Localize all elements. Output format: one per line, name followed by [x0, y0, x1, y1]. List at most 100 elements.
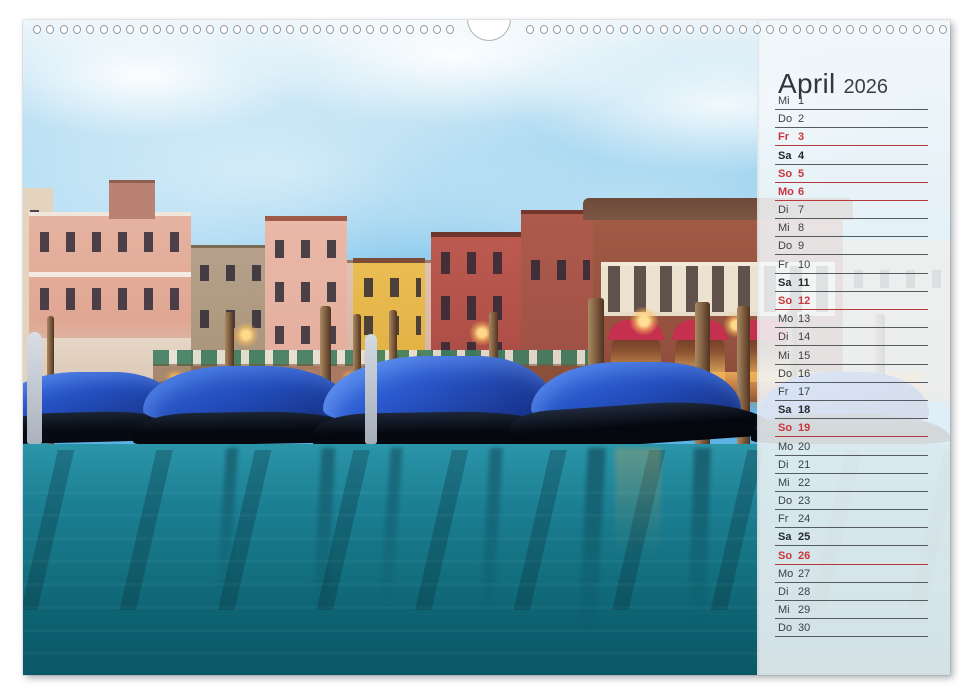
building-salmon-windows-1: [268, 240, 344, 258]
street-lamp: [629, 306, 659, 336]
street-lamp: [233, 322, 259, 348]
binding-hole: [180, 25, 188, 34]
day-abbr: Mi: [778, 350, 798, 362]
gondola-ferro: [365, 334, 377, 444]
building-red-windows-2: [434, 296, 518, 320]
day-abbr: Di: [778, 586, 798, 598]
binding-hole: [593, 25, 601, 34]
day-number: 17: [798, 386, 810, 398]
binding-hole: [886, 25, 894, 34]
day-row: Mo27: [775, 565, 928, 583]
binding-hole: [939, 25, 947, 34]
day-abbr: Do: [778, 240, 798, 252]
binding-hole: [340, 25, 348, 34]
binding-hole: [313, 25, 321, 34]
day-row: Mi1: [775, 92, 928, 110]
palazzo-cornice: [29, 272, 191, 277]
day-row: So26: [775, 546, 928, 564]
day-abbr: Do: [778, 622, 798, 634]
day-number: 20: [798, 441, 810, 453]
day-row: Sa4: [775, 146, 928, 164]
day-abbr: Mi: [778, 604, 798, 616]
day-number: 28: [798, 586, 810, 598]
day-number: 4: [798, 150, 804, 162]
palazzo-tower: [109, 180, 155, 219]
day-abbr: Fr: [778, 513, 798, 525]
binding-hole: [633, 25, 641, 34]
day-number: 11: [798, 277, 810, 289]
binding-hole: [406, 25, 414, 34]
binding-hole: [206, 25, 214, 34]
day-row: So5: [775, 165, 928, 183]
binding-hole: [620, 25, 628, 34]
day-row: So19: [775, 419, 928, 437]
day-row: Do16: [775, 365, 928, 383]
binding-hole: [273, 25, 281, 34]
day-row: Mi29: [775, 601, 928, 619]
day-row: Sa11: [775, 274, 928, 292]
binding-hole: [526, 25, 534, 34]
binding-hole: [300, 25, 308, 34]
binding-hole: [606, 25, 614, 34]
binding-hole: [446, 25, 454, 34]
binding-hole: [193, 25, 201, 34]
binding-hole: [766, 25, 774, 34]
palazzo-windows-2: [33, 288, 187, 310]
gondola-ferro: [27, 332, 42, 444]
binding-hole: [686, 25, 694, 34]
day-number: 2: [798, 113, 804, 125]
date-panel: April2026 Mi1Do2Fr3Sa4So5Mo6Di7Mi8Do9Fr1…: [757, 20, 950, 675]
binding-hole: [779, 25, 787, 34]
day-row: Mo13: [775, 310, 928, 328]
day-number: 27: [798, 568, 810, 580]
binding-hole: [140, 25, 148, 34]
day-row: Sa18: [775, 401, 928, 419]
day-row: Mo6: [775, 183, 928, 201]
binding-hole: [540, 25, 548, 34]
day-number: 8: [798, 222, 804, 234]
binding-hole: [753, 25, 761, 34]
day-number: 30: [798, 622, 810, 634]
day-abbr: Fr: [778, 386, 798, 398]
day-number: 5: [798, 168, 804, 180]
binding-hole: [926, 25, 934, 34]
binding-hole: [393, 25, 401, 34]
day-abbr: Mo: [778, 186, 798, 198]
binding-hole: [713, 25, 721, 34]
day-number: 24: [798, 513, 810, 525]
binding-hole: [86, 25, 94, 34]
day-abbr: So: [778, 550, 798, 562]
day-row: Do2: [775, 110, 928, 128]
building-yellow-windows-1: [357, 278, 421, 297]
binding-hole: [233, 25, 241, 34]
calendar-page: April2026 Mi1Do2Fr3Sa4So5Mo6Di7Mi8Do9Fr1…: [23, 20, 950, 675]
binding-hole: [433, 25, 441, 34]
day-number: 7: [798, 204, 804, 216]
binding-hole: [73, 25, 81, 34]
day-number: 3: [798, 131, 804, 143]
binding-hole: [673, 25, 681, 34]
day-row: Mi15: [775, 346, 928, 364]
binding-hole: [100, 25, 108, 34]
day-abbr: Di: [778, 204, 798, 216]
binding-hole: [660, 25, 668, 34]
day-number: 18: [798, 404, 810, 416]
day-abbr: Fr: [778, 131, 798, 143]
binding-hole: [553, 25, 561, 34]
binding-hole: [113, 25, 121, 34]
binding-hole: [166, 25, 174, 34]
day-row: Do23: [775, 492, 928, 510]
building-salmon-windows-2: [268, 282, 344, 302]
binding-hole: [220, 25, 228, 34]
binding-hole: [726, 25, 734, 34]
day-abbr: Sa: [778, 277, 798, 289]
binding-hole: [260, 25, 268, 34]
binding-hole: [380, 25, 388, 34]
binding-hole: [700, 25, 708, 34]
binding-hole: [913, 25, 921, 34]
day-number: 25: [798, 531, 810, 543]
day-abbr: Do: [778, 113, 798, 125]
binding-hole: [833, 25, 841, 34]
day-abbr: Mi: [778, 95, 798, 107]
binding-hole: [60, 25, 68, 34]
